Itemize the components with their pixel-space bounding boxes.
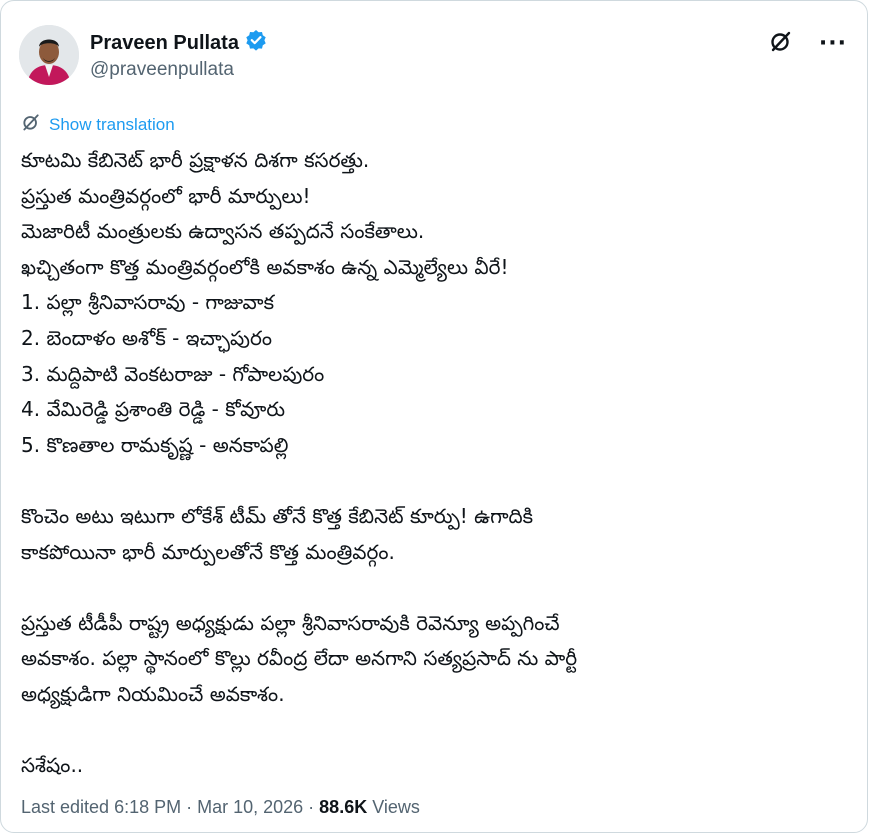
tweet-card: Praveen Pullata @praveenpullata ··· Show… (0, 0, 868, 833)
tweet-line: మెజారిటీ మంత్రులకు ఉద్వాసన తప్పదనే సంకేత… (21, 219, 425, 244)
views-count[interactable]: 88.6K (319, 797, 367, 817)
tweet-line: 4. వేమిరెడ్డి ప్రశాంతి రెడ్డి - కోవూరు (21, 397, 286, 422)
grok-small-icon (21, 112, 41, 137)
tweet-line: ఖచ్చితంగా కొత్త మంత్రివర్గంలోకి అవకాశం ఉ… (21, 254, 509, 279)
tweet-line: 3. మద్దిపాటి వెంకటరాజు - గోపాలపురం (21, 361, 325, 386)
verified-badge-icon (245, 29, 267, 57)
author-name[interactable]: Praveen Pullata (90, 32, 239, 55)
tweet-line: సశేషం.. (21, 753, 84, 778)
show-translation-label[interactable]: Show translation (49, 115, 175, 135)
avatar-image (19, 25, 79, 85)
tweet-line: కాకపోయినా భారీ మార్పులతోనే కొత్త మంత్రివ… (21, 539, 395, 564)
tweet-line: అధ్యక్షుడిగా నియమించే అవకాశం. (21, 681, 285, 706)
tweet-line: ప్రస్తుత మంత్రివర్గంలో భారీ మార్పులు! (21, 183, 311, 208)
views-label: Views (367, 797, 420, 817)
avatar[interactable] (19, 25, 79, 85)
tweet-text: కూటమి కేబినెట్ భారీ ప్రక్షాళన దిశగా కసరత… (21, 143, 851, 784)
author-handle[interactable]: @praveenpullata (90, 59, 234, 81)
tweet-line: కొంచెం అటు ఇటుగా లోకేశ్ టీమ్ తోనే కొత్త … (21, 503, 534, 528)
tweet-line (21, 463, 851, 499)
tweet-line: 2. బెందాళం అశోక్ - ఇచ్ఛాపురం (21, 325, 273, 350)
tweet-line: కూటమి కేబినెట్ భారీ ప్రక్షాళన దిశగా కసరత… (21, 148, 370, 172)
tweet-line: ప్రస్తుత టీడీపీ రాష్ట్ర అధ్యక్షుడు పల్లా… (21, 610, 560, 635)
tweet-line (21, 570, 851, 606)
tweet-line (21, 713, 851, 749)
show-translation-link[interactable]: Show translation (21, 112, 175, 137)
tweet-line: అవకాశం. పల్లా స్థానంలో కొల్లు రవీంద్ర లే… (21, 646, 578, 671)
edited-timestamp[interactable]: Last edited 6:18 PM · Mar 10, 2026 · (21, 797, 319, 817)
tweet-meta: Last edited 6:18 PM · Mar 10, 2026 · 88.… (21, 797, 420, 818)
header-actions: ··· (769, 29, 847, 57)
more-icon[interactable]: ··· (819, 31, 847, 56)
tweet-line: 5. కొణతాల రామకృష్ణ - అనకాపల్లి (21, 432, 289, 457)
author-name-row[interactable]: Praveen Pullata (90, 29, 267, 57)
tweet-line: 1. పల్లా శ్రీనివాసరావు - గాజువాక (21, 290, 275, 315)
grok-icon[interactable] (769, 29, 793, 57)
